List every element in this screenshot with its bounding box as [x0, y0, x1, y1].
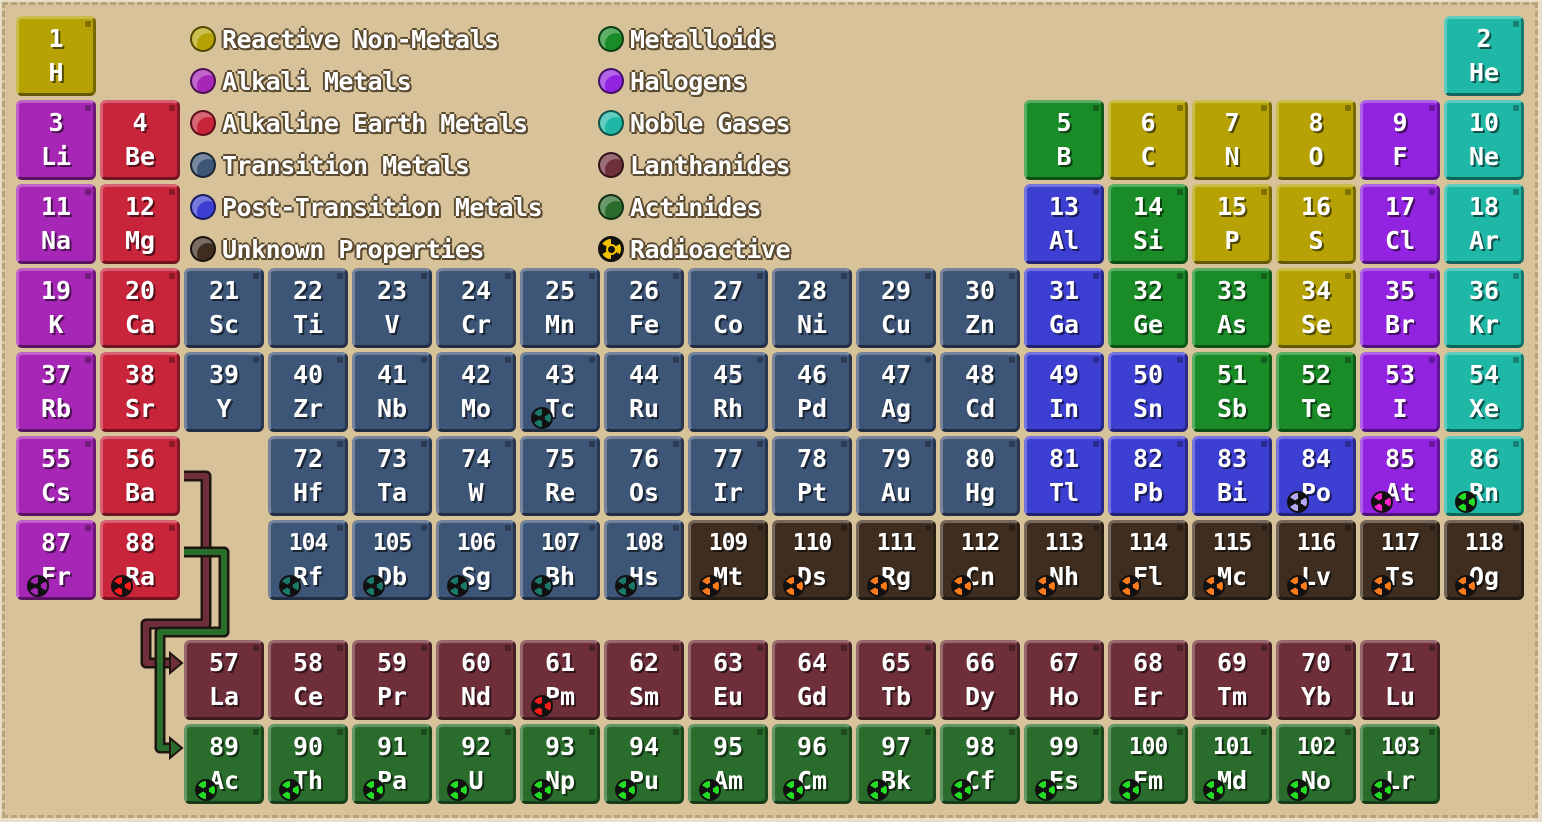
arrow-head-icon — [169, 735, 184, 761]
actinide-connector-arrow — [154, 546, 230, 754]
arrow-head-icon — [169, 650, 184, 676]
series-connector-arrows — [140, 470, 230, 761]
